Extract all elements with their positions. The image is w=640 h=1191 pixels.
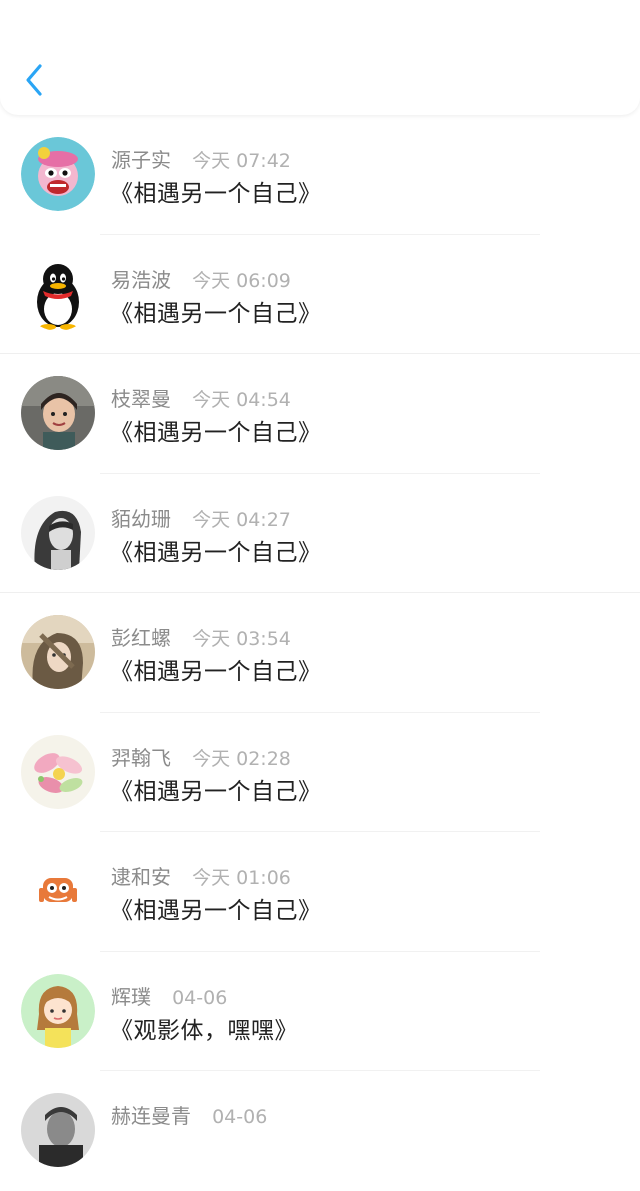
cartoon-face-avatar (21, 854, 95, 928)
sender-name: 羿翰飞 (111, 745, 171, 770)
list-item[interactable]: 枝翠曼 今天 04:54 《相遇另一个自己》 (0, 354, 640, 474)
item-meta: 辉璞 04-06 (111, 981, 228, 1009)
man-photo-avatar (21, 1093, 95, 1167)
sender-name: 貊幼珊 (111, 506, 171, 531)
item-meta: 逮和安 今天 01:06 (111, 861, 291, 889)
item-title: 《观影体，嘿嘿》 (110, 1017, 298, 1044)
sender-name: 逮和安 (111, 865, 171, 889)
timestamp: 今天 03:54 (192, 628, 291, 650)
item-title: 《相遇另一个自己》 (110, 778, 322, 805)
item-meta: 赫连曼青 04-06 (111, 1100, 268, 1128)
back-button[interactable] (18, 58, 54, 102)
timestamp: 04-06 (212, 1106, 268, 1128)
item-meta: 源子实 今天 07:42 (111, 144, 291, 172)
girl-cartoon-avatar (21, 973, 95, 1048)
timestamp: 今天 04:27 (192, 508, 291, 531)
chevron-left-icon (26, 64, 42, 96)
child-photo-avatar (21, 376, 95, 450)
timestamp: 今天 04:54 (192, 389, 291, 411)
girl-photo-avatar (21, 615, 95, 689)
list-item[interactable]: 辉璞 04-06 《观影体，嘿嘿》 (0, 952, 640, 1072)
item-meta: 彭红螺 今天 03:54 (111, 622, 291, 650)
flower-avatar (21, 734, 95, 809)
penguin-avatar (21, 256, 95, 331)
timestamp: 今天 06:09 (192, 269, 291, 292)
sender-name: 易浩波 (111, 267, 171, 292)
timestamp: 今天 02:28 (192, 747, 291, 770)
list-item[interactable]: 彭红螺 今天 03:54 《相遇另一个自己》 (0, 593, 640, 713)
sender-name: 赫连曼青 (111, 1104, 191, 1128)
list-item[interactable]: 赫连曼青 04-06 (0, 1071, 640, 1191)
item-title: 《相遇另一个自己》 (110, 659, 322, 685)
list-item[interactable]: 逮和安 今天 01:06 《相遇另一个自己》 (0, 832, 640, 952)
item-title: 《相遇另一个自己》 (110, 420, 322, 446)
item-meta: 貊幼珊 今天 04:27 (111, 503, 291, 531)
sender-name: 辉璞 (111, 984, 151, 1009)
sender-name: 源子实 (111, 148, 171, 172)
sender-name: 彭红螺 (111, 626, 171, 650)
sender-name: 枝翠曼 (111, 387, 171, 411)
message-list: 源子实 今天 07:42 《相遇另一个自己》 易浩波 今天 06:09 《相遇另… (0, 115, 640, 1191)
item-title: 《相遇另一个自己》 (110, 300, 322, 327)
monkey-avatar (21, 137, 95, 211)
item-title: 《相遇另一个自己》 (110, 539, 322, 566)
top-bar (0, 0, 640, 115)
list-item[interactable]: 羿翰飞 今天 02:28 《相遇另一个自己》 (0, 713, 640, 833)
item-meta: 易浩波 今天 06:09 (111, 264, 291, 292)
item-title: 《相遇另一个自己》 (110, 181, 322, 207)
timestamp: 04-06 (172, 986, 228, 1009)
timestamp: 今天 01:06 (192, 867, 291, 889)
list-item[interactable]: 源子实 今天 07:42 《相遇另一个自己》 (0, 115, 640, 235)
item-meta: 羿翰飞 今天 02:28 (111, 742, 291, 770)
item-meta: 枝翠曼 今天 04:54 (111, 383, 291, 411)
list-item[interactable]: 易浩波 今天 06:09 《相遇另一个自己》 (0, 235, 640, 354)
item-title: 《相遇另一个自己》 (110, 898, 322, 924)
list-item[interactable]: 貊幼珊 今天 04:27 《相遇另一个自己》 (0, 474, 640, 593)
woman-photo-avatar (21, 495, 95, 570)
timestamp: 今天 07:42 (192, 150, 291, 172)
